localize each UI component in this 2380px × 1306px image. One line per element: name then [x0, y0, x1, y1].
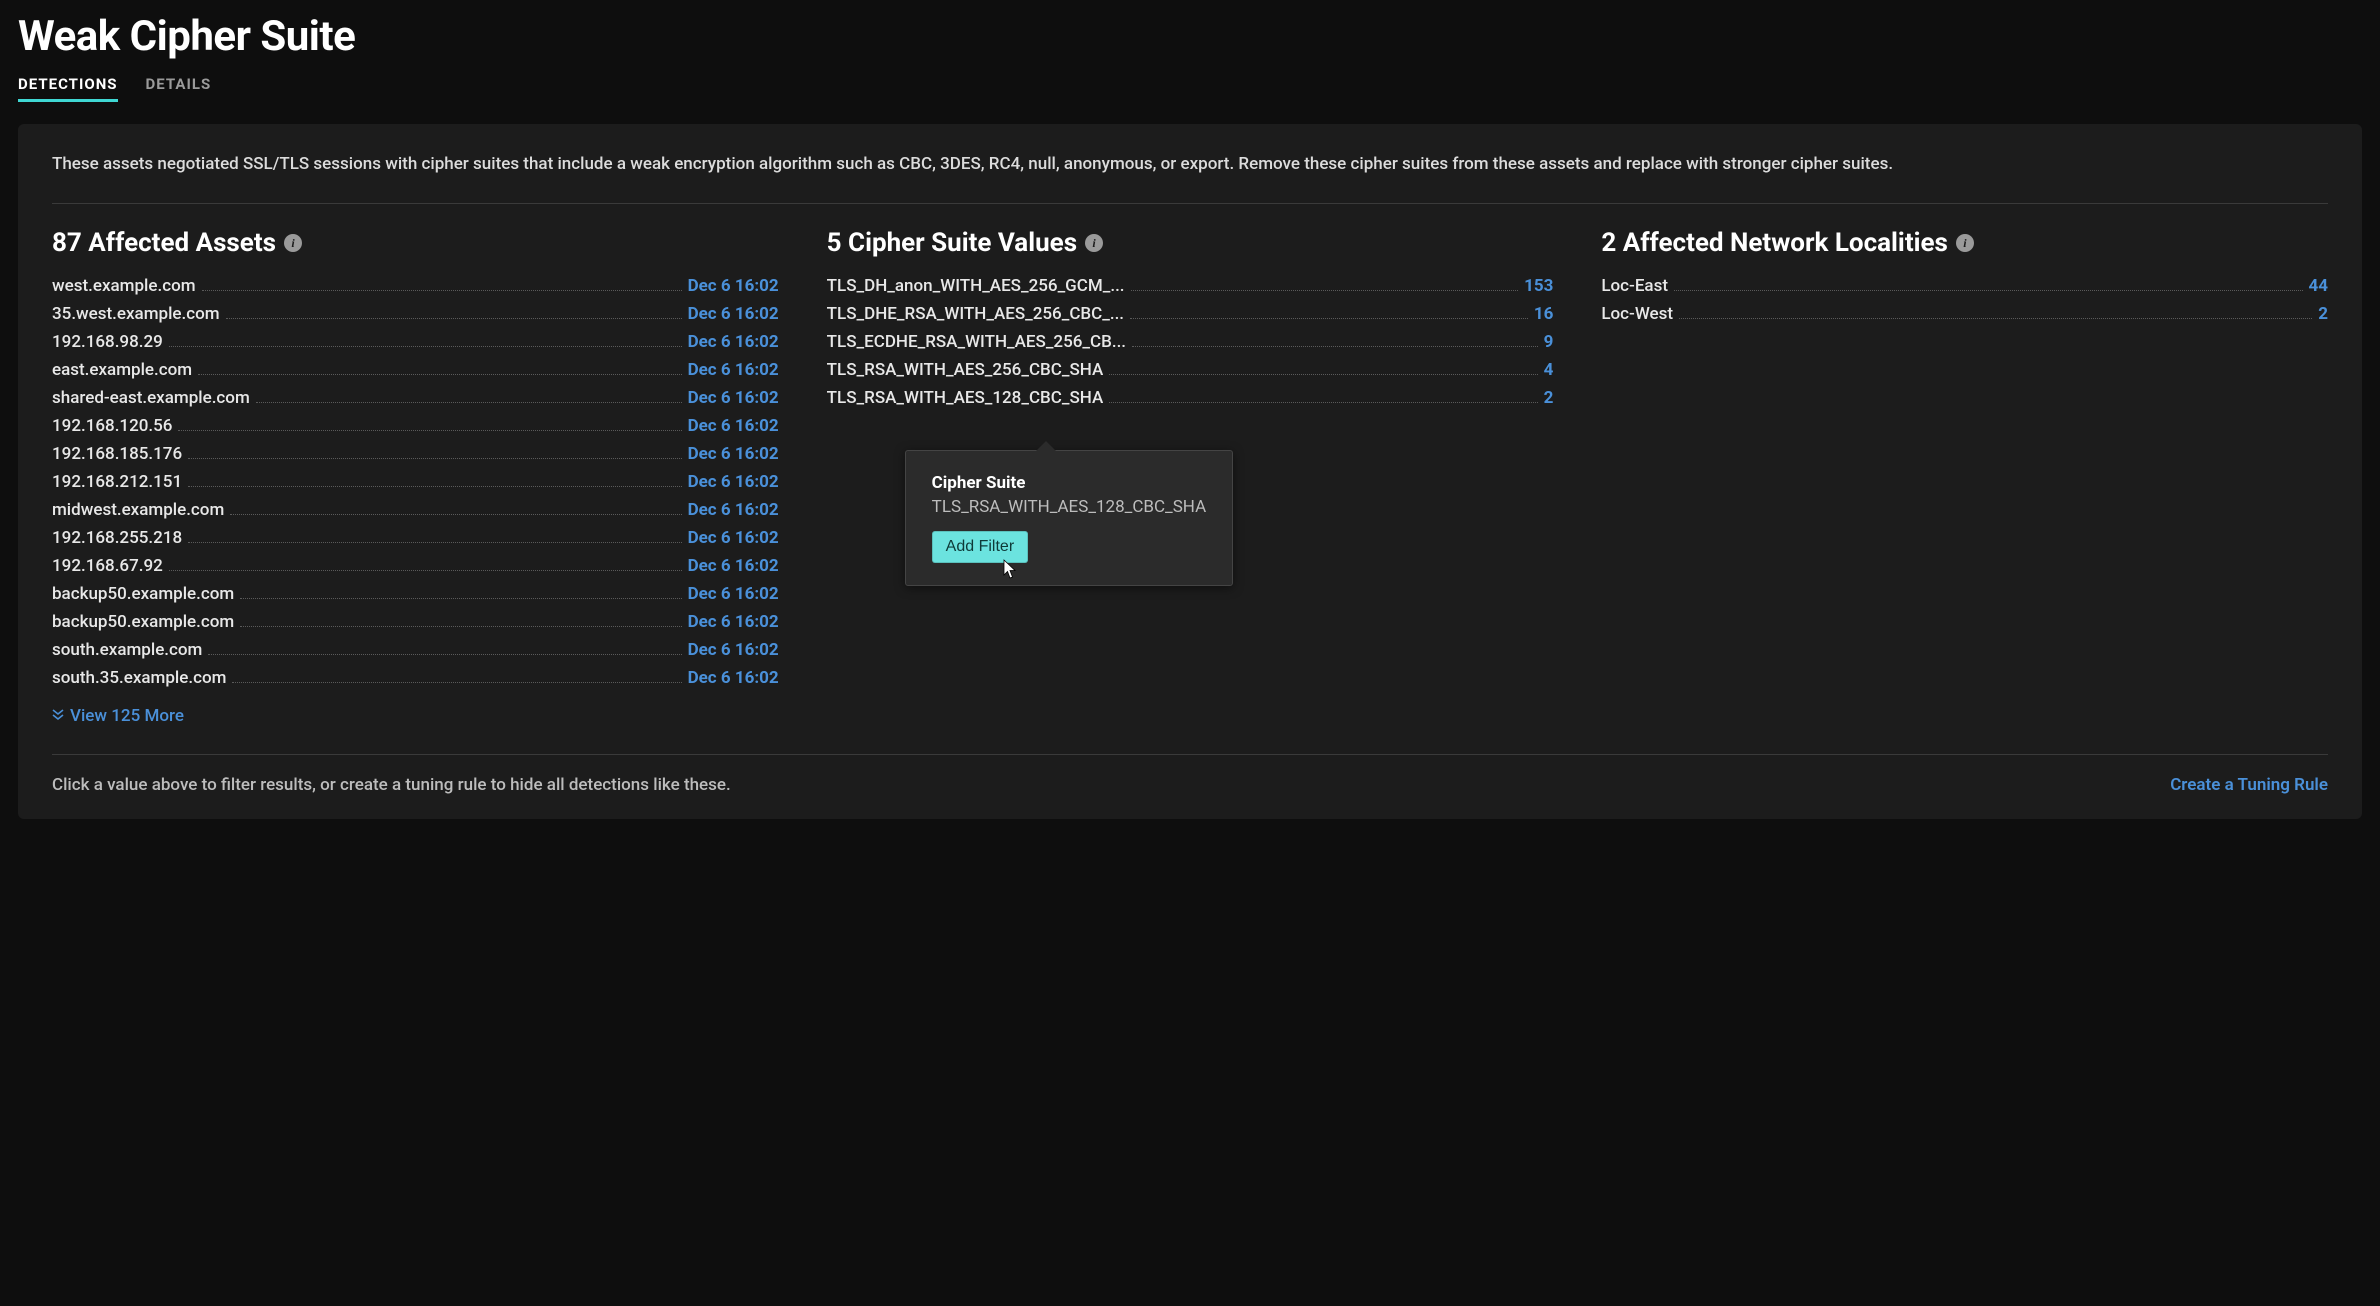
list-item[interactable]: 192.168.255.218Dec 6 16:02 — [52, 524, 779, 552]
list-item[interactable]: TLS_RSA_WITH_AES_256_CBC_SHA4 — [827, 356, 1554, 384]
list-item[interactable]: Loc-East44 — [1601, 272, 2328, 300]
affected-assets-list: west.example.comDec 6 16:02 35.west.exam… — [52, 272, 779, 693]
list-item[interactable]: 35.west.example.comDec 6 16:02 — [52, 300, 779, 328]
cipher-values-column: 5 Cipher Suite Values i TLS_DH_anon_WITH… — [827, 228, 1554, 727]
list-item[interactable]: midwest.example.comDec 6 16:02 — [52, 496, 779, 524]
info-icon[interactable]: i — [1085, 234, 1103, 252]
info-icon[interactable]: i — [284, 234, 302, 252]
list-item[interactable]: 192.168.120.56Dec 6 16:02 — [52, 412, 779, 440]
list-item[interactable]: Loc-West2 — [1601, 300, 2328, 328]
tabs: DETECTIONS DETAILS — [18, 75, 2362, 102]
cipher-values-list: TLS_DH_anon_WITH_AES_256_GCM_...153 TLS_… — [827, 272, 1554, 412]
cursor-icon — [1000, 559, 1018, 586]
list-item[interactable]: backup50.example.comDec 6 16:02 — [52, 580, 779, 608]
list-item[interactable]: south.example.comDec 6 16:02 — [52, 636, 779, 664]
list-item[interactable]: TLS_DHE_RSA_WITH_AES_256_CBC_...16 — [827, 300, 1554, 328]
localities-list: Loc-East44 Loc-West2 — [1601, 272, 2328, 328]
localities-column: 2 Affected Network Localities i Loc-East… — [1601, 228, 2328, 727]
tab-details[interactable]: DETAILS — [146, 75, 212, 102]
list-item[interactable]: TLS_DH_anon_WITH_AES_256_GCM_...153 — [827, 272, 1554, 300]
popover-value: TLS_RSA_WITH_AES_128_CBC_SHA — [932, 497, 1207, 517]
list-item[interactable]: 192.168.98.29Dec 6 16:02 — [52, 328, 779, 356]
chevrons-down-icon — [52, 709, 64, 724]
list-item[interactable]: 192.168.185.176Dec 6 16:02 — [52, 440, 779, 468]
detection-description: These assets negotiated SSL/TLS sessions… — [52, 152, 2328, 204]
tab-detections[interactable]: DETECTIONS — [18, 75, 118, 102]
popover-title: Cipher Suite — [932, 473, 1207, 493]
create-tuning-rule-link[interactable]: Create a Tuning Rule — [2170, 775, 2328, 795]
list-item[interactable]: west.example.comDec 6 16:02 — [52, 272, 779, 300]
list-item[interactable]: shared-east.example.comDec 6 16:02 — [52, 384, 779, 412]
view-more-link[interactable]: View 125 More — [52, 706, 184, 726]
list-item[interactable]: 192.168.67.92Dec 6 16:02 — [52, 552, 779, 580]
detection-panel: These assets negotiated SSL/TLS sessions… — [18, 124, 2362, 819]
add-filter-button[interactable]: Add Filter — [932, 531, 1028, 563]
localities-title: 2 Affected Network Localities — [1601, 228, 1948, 258]
footer-hint: Click a value above to filter results, o… — [52, 775, 731, 795]
list-item[interactable]: TLS_ECDHE_RSA_WITH_AES_256_CB...9 — [827, 328, 1554, 356]
affected-assets-column: 87 Affected Assets i west.example.comDec… — [52, 228, 779, 727]
info-icon[interactable]: i — [1956, 234, 1974, 252]
cipher-values-title: 5 Cipher Suite Values — [827, 228, 1077, 258]
affected-assets-title: 87 Affected Assets — [52, 228, 276, 258]
list-item[interactable]: south.35.example.comDec 6 16:02 — [52, 664, 779, 692]
list-item[interactable]: backup50.example.comDec 6 16:02 — [52, 608, 779, 636]
list-item[interactable]: 192.168.212.151Dec 6 16:02 — [52, 468, 779, 496]
cipher-popover: Cipher Suite TLS_RSA_WITH_AES_128_CBC_SH… — [905, 450, 1234, 586]
page-title: Weak Cipher Suite — [18, 12, 2362, 61]
list-item[interactable]: TLS_RSA_WITH_AES_128_CBC_SHA2 — [827, 384, 1554, 412]
list-item[interactable]: east.example.comDec 6 16:02 — [52, 356, 779, 384]
